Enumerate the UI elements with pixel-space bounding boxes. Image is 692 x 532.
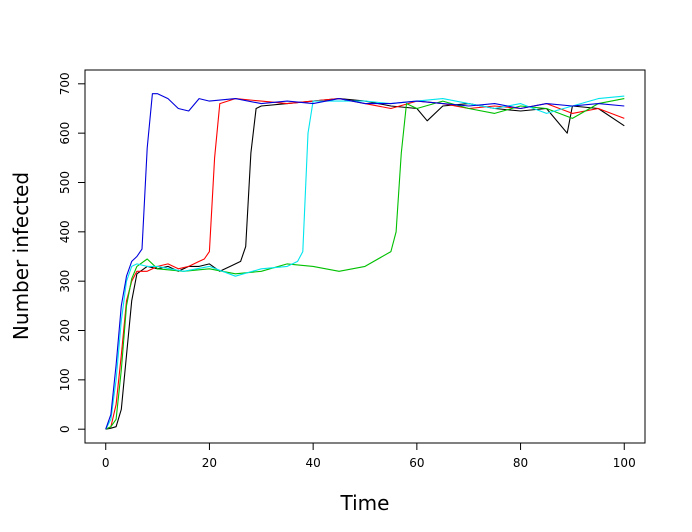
x-tick-label: 20: [202, 456, 217, 470]
x-tick-label: 100: [613, 456, 636, 470]
series-line-1: [105, 98, 625, 430]
series-layer: [105, 93, 625, 430]
series-line-4: [105, 95, 625, 430]
x-axis-title: Time: [340, 491, 390, 515]
x-axis: 0 20 40 60 80 100: [102, 442, 636, 470]
y-tick-label: 600: [58, 122, 72, 145]
x-tick-label: 80: [513, 456, 528, 470]
series-line-5: [105, 93, 625, 430]
series-line-2: [105, 98, 625, 430]
y-tick-label: 500: [58, 171, 72, 194]
x-tick-label: 60: [409, 456, 424, 470]
y-axis: 0 100 200 300 400 500 600 700: [58, 72, 86, 433]
y-tick-label: 700: [58, 72, 72, 95]
y-axis-title: Number infected: [9, 172, 33, 340]
y-tick-label: 100: [58, 368, 72, 391]
y-tick-label: 200: [58, 319, 72, 342]
x-tick-label: 40: [306, 456, 321, 470]
line-chart: 0 20 40 60 80 100 0 100 200 300 400 500 600 700 Time…: [9, 69, 646, 515]
series-line-3: [105, 98, 625, 430]
y-tick-label: 400: [58, 220, 72, 243]
y-tick-label: 0: [58, 425, 72, 433]
x-tick-label: 0: [102, 456, 110, 470]
y-tick-label: 300: [58, 270, 72, 293]
